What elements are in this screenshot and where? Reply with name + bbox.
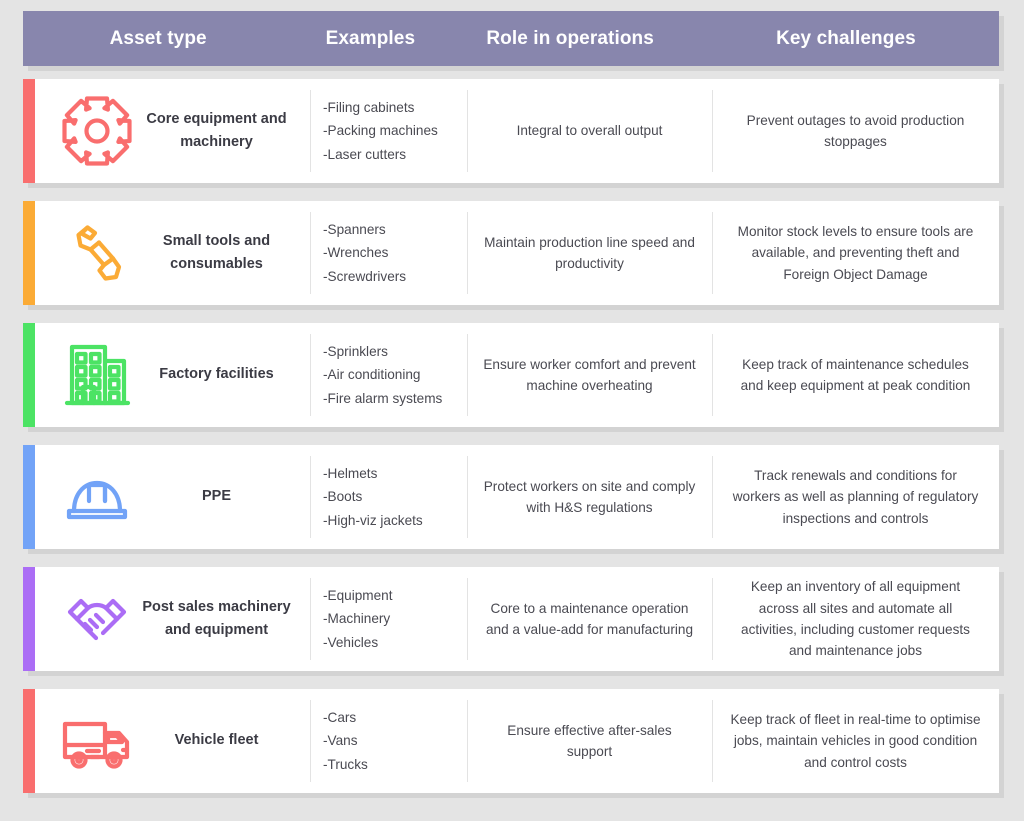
role-text: Ensure worker comfort and prevent machin…: [483, 356, 696, 393]
challenges-text: Keep an inventory of all equipment acros…: [741, 579, 970, 659]
asset-type-label: Post sales machinery and equipment: [142, 598, 291, 638]
cell-role: Core to a maintenance operation and a va…: [467, 567, 712, 671]
table-row: Post sales machinery and equipment -Equip…: [23, 567, 999, 671]
example-item: -Laser cutters: [323, 146, 407, 162]
example-item: -Sprinklers: [323, 343, 388, 359]
row-accent-bar: [23, 445, 35, 549]
row-accent-bar: [23, 567, 35, 671]
role-text: Ensure effective after-sales support: [507, 722, 672, 759]
cell-role: Ensure worker comfort and prevent machin…: [467, 323, 712, 427]
example-item: -Equipment: [323, 587, 393, 603]
cell-role: Maintain production line speed and produ…: [467, 201, 712, 305]
example-item: -Fire alarm systems: [323, 390, 443, 406]
cell-examples: -Cars -Vans -Trucks: [310, 689, 467, 793]
asset-type-label: Small tools and consumables: [162, 232, 271, 272]
row-accent-bar: [23, 201, 35, 305]
cell-key-challenges: Prevent outages to avoid production stop…: [712, 79, 999, 183]
row-accent-bar: [23, 323, 35, 427]
row-accent-bar: [23, 79, 35, 183]
example-item: -Vans: [323, 733, 358, 749]
column-header-asset-type: Asset type: [109, 27, 207, 49]
asset-type-label: Vehicle fleet: [174, 732, 259, 749]
cell-role: Protect workers on site and comply with …: [467, 445, 712, 549]
example-item: -Packing machines: [323, 123, 438, 139]
role-text: Maintain production line speed and produ…: [484, 234, 695, 271]
gear-icon: [57, 91, 137, 171]
examples-list: -Spanners -Wrenches -Screwdrivers: [323, 218, 406, 288]
cell-asset-type: Small tools and consumables: [35, 201, 310, 305]
cell-key-challenges: Track renewals and conditions for worker…: [712, 445, 999, 549]
example-item: -Wrenches: [323, 245, 389, 261]
table-row: Small tools and consumables -Spanners -Wre…: [23, 201, 999, 305]
role-text: Core to a maintenance operation and a va…: [485, 600, 694, 637]
cell-asset-type: Vehicle fleet: [35, 689, 310, 793]
asset-type-label: Factory facilities: [159, 366, 274, 383]
table-header: Asset type Examples Role in operations K…: [23, 11, 999, 66]
cell-asset-type: Core equipment and machinery: [35, 79, 310, 183]
example-item: -Boots: [323, 489, 363, 505]
table-row: Core equipment and machinery -Filing cabi…: [23, 79, 999, 183]
column-header-challenges: Key challenges: [776, 27, 916, 49]
truck-icon: [57, 701, 137, 781]
example-item: -Cars: [323, 709, 357, 725]
challenges-text: Prevent outages to avoid production stop…: [746, 112, 965, 149]
examples-list: -Helmets -Boots -High-viz jackets: [323, 462, 423, 532]
examples-list: -Cars -Vans -Trucks: [323, 706, 368, 776]
challenges-text: Keep track of fleet in real-time to opti…: [730, 712, 981, 770]
examples-list: -Equipment -Machinery -Vehicles: [323, 584, 393, 654]
role-text: Protect workers on site and comply with …: [483, 478, 696, 515]
cell-asset-type: Post sales machinery and equipment: [35, 567, 310, 671]
asset-types-infographic: Asset type Examples Role in operations K…: [0, 0, 1024, 821]
table-row: Vehicle fleet -Cars -Vans -Trucks Ensure eff…: [23, 689, 999, 793]
cell-role: Ensure effective after-sales support: [467, 689, 712, 793]
examples-list: -Filing cabinets -Packing machines -Laser …: [323, 96, 438, 166]
challenges-text: Track renewals and conditions for worker…: [732, 468, 979, 526]
factory-building-icon: [57, 335, 137, 415]
cell-examples: -Sprinklers -Air conditioning -Fire alarm …: [310, 323, 467, 427]
cell-key-challenges: Monitor stock levels to ensure tools are…: [712, 201, 999, 305]
challenges-text: Monitor stock levels to ensure tools are…: [737, 224, 974, 282]
example-item: -Filing cabinets: [323, 99, 415, 115]
example-item: -High-viz jackets: [323, 512, 423, 528]
role-text: Integral to overall output: [516, 123, 663, 139]
cell-key-challenges: Keep an inventory of all equipment acros…: [712, 567, 999, 671]
cell-role: Integral to overall output: [467, 79, 712, 183]
cell-key-challenges: Keep track of maintenance schedules and …: [712, 323, 999, 427]
cell-examples: -Filing cabinets -Packing machines -Laser …: [310, 79, 467, 183]
handshake-icon: [57, 579, 137, 659]
table-row: Factory facilities -Sprinklers -Air condit…: [23, 323, 999, 427]
column-header-role: Role in operations: [486, 27, 654, 49]
cell-asset-type: Factory facilities: [35, 323, 310, 427]
example-item: -Machinery: [323, 611, 391, 627]
column-header-examples: Examples: [325, 27, 416, 49]
example-item: -Screwdrivers: [323, 268, 407, 284]
example-item: -Vehicles: [323, 634, 379, 650]
cell-examples: -Helmets -Boots -High-viz jackets: [310, 445, 467, 549]
cell-asset-type: PPE: [35, 445, 310, 549]
table-row: PPE -Helmets -Boots -High-viz jackets Protec…: [23, 445, 999, 549]
example-item: -Trucks: [323, 756, 368, 772]
cell-examples: -Equipment -Machinery -Vehicles: [310, 567, 467, 671]
row-accent-bar: [23, 689, 35, 793]
examples-list: -Sprinklers -Air conditioning -Fire alarm …: [323, 340, 442, 410]
table-body: Core equipment and machinery -Filing cabi…: [18, 79, 1006, 793]
example-item: -Spanners: [323, 221, 386, 237]
wrench-icon: [57, 213, 137, 293]
cell-examples: -Spanners -Wrenches -Screwdrivers: [310, 201, 467, 305]
asset-type-label: PPE: [201, 488, 231, 505]
example-item: -Helmets: [323, 465, 378, 481]
cell-key-challenges: Keep track of fleet in real-time to opti…: [712, 689, 999, 793]
asset-type-label: Core equipment and machinery: [146, 110, 287, 150]
challenges-text: Keep track of maintenance schedules and …: [740, 356, 971, 393]
hard-hat-icon: [57, 457, 137, 537]
example-item: -Air conditioning: [323, 367, 421, 383]
